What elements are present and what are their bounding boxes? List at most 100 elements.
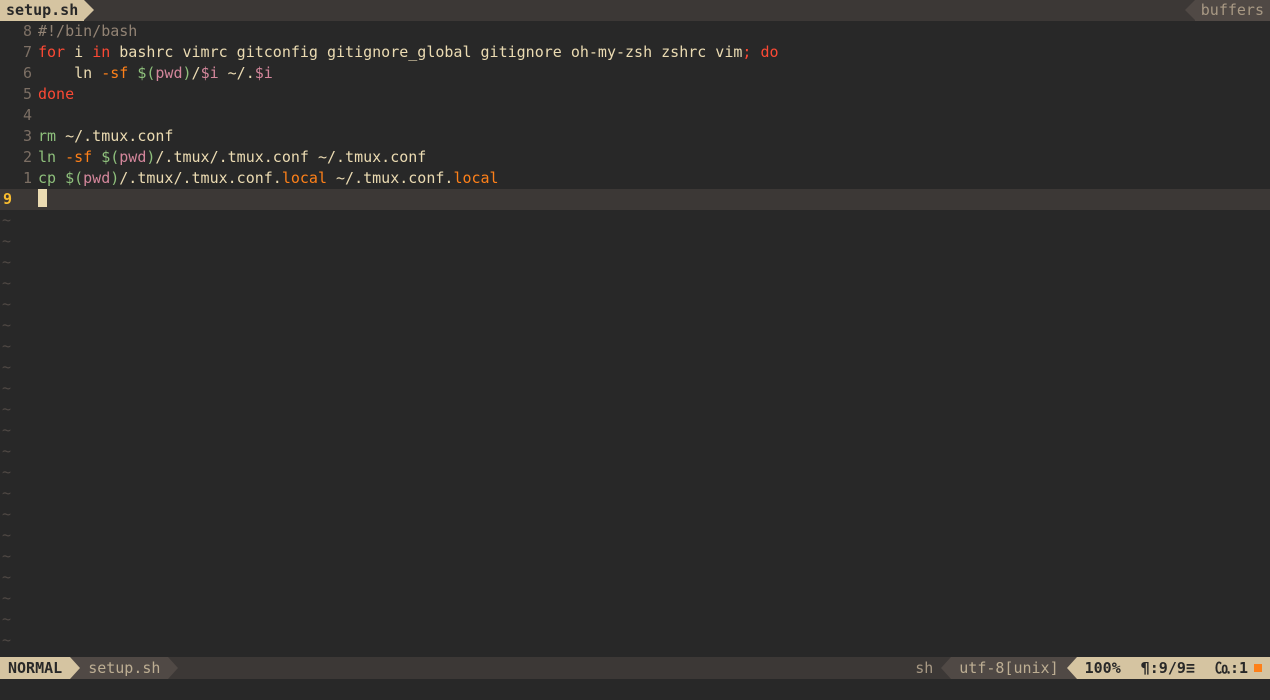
vim-screen: setup.sh buffers 8#!/bin/bash7for i in b… bbox=[0, 0, 1270, 700]
cursor-icon bbox=[38, 189, 47, 207]
line-number: 3 bbox=[0, 126, 38, 147]
filetype-label: sh bbox=[915, 658, 933, 679]
line-number: 7 bbox=[0, 42, 38, 63]
empty-line: ~ bbox=[0, 441, 1270, 462]
tilde-icon: ~ bbox=[0, 630, 11, 651]
tilde-icon: ~ bbox=[0, 483, 11, 504]
empty-line: ~ bbox=[0, 483, 1270, 504]
tilde-icon: ~ bbox=[0, 420, 11, 441]
empty-line: ~ bbox=[0, 504, 1270, 525]
empty-line: ~ bbox=[0, 252, 1270, 273]
separator-icon bbox=[84, 0, 94, 20]
separator-icon bbox=[70, 657, 80, 679]
tilde-icon: ~ bbox=[0, 336, 11, 357]
empty-line: ~ bbox=[0, 231, 1270, 252]
empty-line: ~ bbox=[0, 294, 1270, 315]
line-number: 8 bbox=[0, 21, 38, 42]
empty-line: ~ bbox=[0, 546, 1270, 567]
linepos-label: ¶:9/9≡ bbox=[1141, 658, 1195, 679]
tilde-icon: ~ bbox=[0, 441, 11, 462]
line-number: 2 bbox=[0, 147, 38, 168]
empty-line: ~ bbox=[0, 210, 1270, 231]
encoding-segment: utf-8[unix] bbox=[951, 657, 1066, 679]
empty-line: ~ bbox=[0, 357, 1270, 378]
separator-icon bbox=[1185, 0, 1195, 20]
empty-line: ~ bbox=[0, 462, 1270, 483]
code-line[interactable]: 7for i in bashrc vimrc gitconfig gitigno… bbox=[0, 42, 1270, 63]
statusline: NORMAL setup.sh sh utf-8[unix] 100% ¶:9/… bbox=[0, 657, 1270, 679]
empty-line: ~ bbox=[0, 567, 1270, 588]
buffer-tab-label: setup.sh bbox=[6, 0, 78, 21]
editor-viewport[interactable]: 8#!/bin/bash7for i in bashrc vimrc gitco… bbox=[0, 21, 1270, 657]
encoding-label: utf-8[unix] bbox=[959, 658, 1058, 679]
code-line[interactable]: 3rm ~/.tmux.conf bbox=[0, 126, 1270, 147]
tilde-icon: ~ bbox=[0, 252, 11, 273]
code-content: for i in bashrc vimrc gitconfig gitignor… bbox=[38, 42, 1270, 63]
code-line-current[interactable]: 9 bbox=[0, 189, 1270, 210]
buffer-tab-active[interactable]: setup.sh bbox=[0, 0, 84, 21]
empty-line: ~ bbox=[0, 336, 1270, 357]
buffers-indicator[interactable]: buffers bbox=[1195, 0, 1270, 21]
code-content: cp $(pwd)/.tmux/.tmux.conf.local ~/.tmux… bbox=[38, 168, 1270, 189]
tilde-icon: ~ bbox=[0, 315, 11, 336]
tilde-icon: ~ bbox=[0, 546, 11, 567]
separator-icon bbox=[168, 657, 178, 679]
tilde-icon: ~ bbox=[0, 231, 11, 252]
tilde-icon: ~ bbox=[0, 588, 11, 609]
code-line[interactable]: 2ln -sf $(pwd)/.tmux/.tmux.conf ~/.tmux.… bbox=[0, 147, 1270, 168]
code-line[interactable]: 8#!/bin/bash bbox=[0, 21, 1270, 42]
empty-line: ~ bbox=[0, 609, 1270, 630]
buffers-label: buffers bbox=[1201, 0, 1264, 21]
percent-segment: 100% bbox=[1077, 657, 1129, 679]
tilde-icon: ~ bbox=[0, 462, 11, 483]
mode-segment: NORMAL bbox=[0, 657, 70, 679]
tilde-icon: ~ bbox=[0, 357, 11, 378]
tilde-icon: ~ bbox=[0, 504, 11, 525]
col-label: ㏇:1 bbox=[1215, 658, 1248, 679]
empty-line: ~ bbox=[0, 630, 1270, 651]
line-number: 5 bbox=[0, 84, 38, 105]
tilde-icon: ~ bbox=[0, 294, 11, 315]
code-line[interactable]: 1cp $(pwd)/.tmux/.tmux.conf.local ~/.tmu… bbox=[0, 168, 1270, 189]
code-line[interactable]: 6 ln -sf $(pwd)/$i ~/.$i bbox=[0, 63, 1270, 84]
code-content: rm ~/.tmux.conf bbox=[38, 126, 1270, 147]
tilde-icon: ~ bbox=[0, 399, 11, 420]
empty-line: ~ bbox=[0, 399, 1270, 420]
bufferline-spacer bbox=[94, 0, 1185, 21]
file-label: setup.sh bbox=[88, 658, 160, 679]
line-number: 4 bbox=[0, 105, 38, 126]
tilde-icon: ~ bbox=[0, 525, 11, 546]
separator-icon bbox=[1067, 657, 1077, 679]
col-segment: ㏇:1 bbox=[1203, 657, 1270, 679]
empty-line: ~ bbox=[0, 378, 1270, 399]
trailing-whitespace-icon bbox=[1254, 664, 1262, 672]
code-content: ln -sf $(pwd)/.tmux/.tmux.conf ~/.tmux.c… bbox=[38, 147, 1270, 168]
tilde-icon: ~ bbox=[0, 378, 11, 399]
linepos-segment: ¶:9/9≡ bbox=[1129, 657, 1203, 679]
empty-line: ~ bbox=[0, 588, 1270, 609]
code-content bbox=[38, 189, 1270, 210]
line-number: 1 bbox=[0, 168, 38, 189]
code-content: done bbox=[38, 84, 1270, 105]
tilde-icon: ~ bbox=[0, 210, 11, 231]
bufferline: setup.sh buffers bbox=[0, 0, 1270, 21]
code-line[interactable]: 5done bbox=[0, 84, 1270, 105]
code-line[interactable]: 4 bbox=[0, 105, 1270, 126]
tilde-icon: ~ bbox=[0, 567, 11, 588]
line-number: 6 bbox=[0, 63, 38, 84]
code-content: #!/bin/bash bbox=[38, 21, 1270, 42]
empty-line: ~ bbox=[0, 315, 1270, 336]
mode-label: NORMAL bbox=[8, 658, 62, 679]
tilde-icon: ~ bbox=[0, 609, 11, 630]
empty-line: ~ bbox=[0, 420, 1270, 441]
code-content: ln -sf $(pwd)/$i ~/.$i bbox=[38, 63, 1270, 84]
code-content bbox=[38, 105, 1270, 126]
empty-line: ~ bbox=[0, 273, 1270, 294]
tilde-icon: ~ bbox=[0, 273, 11, 294]
filetype-segment: sh bbox=[907, 657, 941, 679]
file-segment: setup.sh bbox=[80, 657, 168, 679]
statusline-center bbox=[178, 657, 907, 679]
command-line[interactable]: "setup.sh" 9L, 238B written bbox=[0, 679, 1270, 700]
line-number-current: 9 bbox=[0, 189, 18, 210]
separator-icon bbox=[941, 657, 951, 679]
